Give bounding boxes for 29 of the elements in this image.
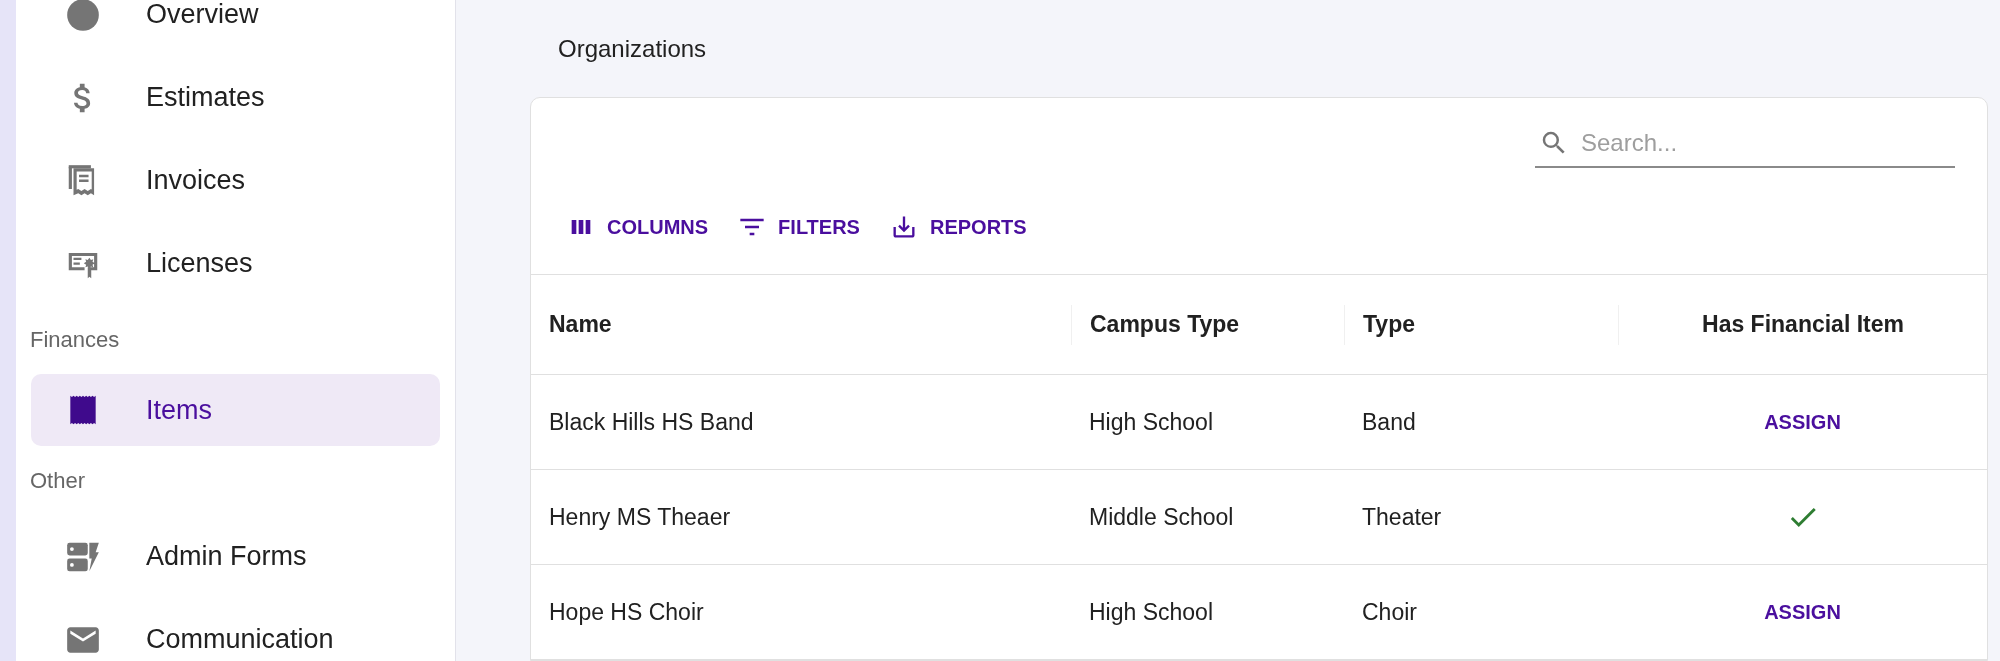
column-header: Campus Type <box>1090 310 1240 340</box>
nav-item[interactable]: Estimates <box>31 56 440 139</box>
table-cell: Band <box>1362 408 1416 435</box>
column-header: Type <box>1363 310 1415 340</box>
nav-item[interactable]: Items <box>31 374 440 446</box>
table-cell: Middle School <box>1089 503 1234 530</box>
table-cell: Theater <box>1362 503 1442 530</box>
search-field[interactable]: Search... <box>1581 125 1955 161</box>
table-cell: Choir <box>1362 598 1417 625</box>
column-header: Name <box>549 310 612 340</box>
nav-item[interactable]: Invoices <box>31 139 440 222</box>
nav-item[interactable]: Admin Forms <box>31 515 440 598</box>
page-title: Organizations <box>558 33 707 64</box>
column-header: Has Financial Item <box>1702 310 1904 340</box>
toolbar-button[interactable]: REPORTS <box>883 208 1033 246</box>
toolbar-button[interactable]: COLUMNS <box>561 208 715 246</box>
nav-item[interactable]: Communication <box>31 598 440 661</box>
assign-button[interactable]: ASSIGN <box>1754 401 1851 443</box>
toolbar-button[interactable]: FILTERS <box>732 208 866 246</box>
table-cell: Hope HS Choir <box>549 598 704 625</box>
table-cell: Black Hills HS Band <box>549 408 754 435</box>
section-heading: Finances <box>30 326 120 354</box>
table-cell: Henry MS Theaer <box>549 503 731 530</box>
nav-item[interactable]: Licenses <box>31 222 440 305</box>
assign-button[interactable]: ASSIGN <box>1754 591 1851 633</box>
nav-item[interactable]: Overview <box>31 0 440 56</box>
table-cell: High School <box>1089 598 1214 625</box>
table-cell: High School <box>1089 408 1214 435</box>
section-heading: Other <box>30 467 86 495</box>
